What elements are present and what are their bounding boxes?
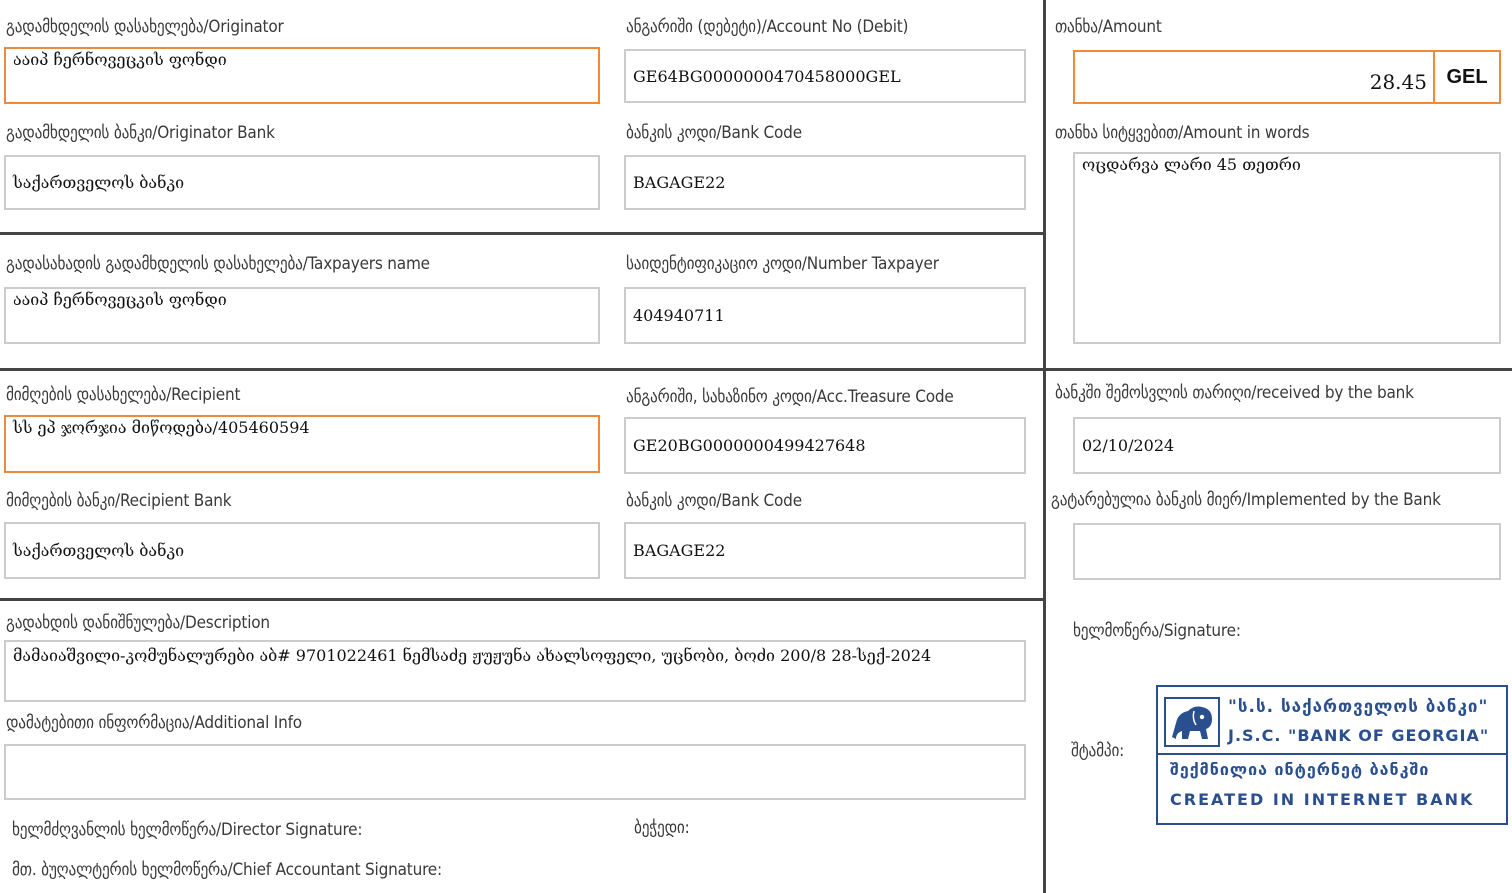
- divider-after-bank: [0, 232, 1045, 235]
- divider-after-taxpayer: [0, 368, 1512, 371]
- stamp-frame: "ს.ს. საქართველოს ბანკი" J.S.C. "BANK OF…: [1156, 685, 1508, 825]
- received-date-label: ბანკში შემოსვლის თარიღი/received by the …: [1055, 383, 1414, 403]
- description-label: გადახდის დანიშნულება/Description: [6, 613, 270, 633]
- additional-info-field[interactable]: [4, 744, 1026, 800]
- received-date-field[interactable]: 02/10/2024: [1073, 417, 1501, 474]
- director-signature-label: ხელმძღვანლის ხელმოწერა/Director Signatur…: [12, 820, 363, 840]
- treasury-code-label: ანგარიში, სახაზინო კოდი/Acc.Treasure Cod…: [626, 387, 954, 407]
- originator-field[interactable]: ააიპ ჩერნოვეცკის ფონდი: [4, 47, 600, 104]
- implemented-field[interactable]: [1073, 523, 1501, 580]
- amount-words-label: თანხა სიტყვებით/Amount in words: [1055, 123, 1310, 143]
- stamp-line-2: J.S.C. "BANK OF GEORGIA": [1228, 726, 1490, 745]
- divider-after-recipient-bank: [0, 598, 1045, 601]
- originator-bank-field[interactable]: საქართველოს ბანკი: [4, 155, 600, 210]
- originator-bank-code-field[interactable]: BAGAGE22: [624, 155, 1026, 210]
- stamp-label: შტამპი:: [1071, 741, 1125, 761]
- amount-words-field[interactable]: ოცდარვა ლარი 45 თეთრი: [1073, 152, 1501, 344]
- signature-label: ხელმოწერა/Signature:: [1073, 621, 1241, 641]
- stamp-line-4: CREATED IN INTERNET BANK: [1170, 790, 1475, 809]
- account-debit-field[interactable]: GE64BG0000000470458000GEL: [624, 49, 1026, 103]
- bank-stamp: "ს.ს. საქართველოს ბანკი" J.S.C. "BANK OF…: [1148, 683, 1512, 825]
- taxpayer-name-label: გადასახადის გადამხდელის დასახელება/Taxpa…: [6, 254, 430, 274]
- originator-bank-code-label: ბანკის კოდი/Bank Code: [626, 123, 802, 143]
- stamp-line-3: შექმნილია ინტერნეტ ბანკში: [1170, 760, 1430, 779]
- stamp-line-1: "ს.ს. საქართველოს ბანკი": [1228, 697, 1489, 717]
- currency-badge: GEL: [1433, 52, 1499, 102]
- originator-bank-label: გადამხდელის ბანკი/Originator Bank: [6, 123, 275, 143]
- lion-icon: [1164, 697, 1220, 747]
- treasury-code-field[interactable]: GE20BG0000000499427648: [624, 417, 1026, 474]
- amount-label: თანხა/Amount: [1055, 17, 1162, 37]
- description-field[interactable]: მამაიაშვილი-კომუნალურები აბ# 9701022461 …: [4, 640, 1026, 702]
- vertical-divider: [1043, 0, 1046, 893]
- implemented-label: გატარებულია ბანკის მიერ/Implemented by t…: [1051, 490, 1441, 510]
- recipient-bank-code-label: ბანკის კოდი/Bank Code: [626, 491, 802, 511]
- account-debit-label: ანგარიში (დებეტი)/Account No (Debit): [626, 17, 909, 37]
- recipient-field[interactable]: სს ეპ ჯორჯია მიწოდება/405460594: [4, 415, 600, 473]
- additional-info-label: დამატებითი ინფორმაცია/Additional Info: [6, 713, 302, 733]
- stamp-separator: [1158, 753, 1506, 755]
- amount-value: 28.45: [1369, 70, 1427, 94]
- recipient-label: მიმღების დასახელება/Recipient: [6, 385, 241, 405]
- seal-label: ბეჭედი:: [634, 818, 690, 838]
- recipient-bank-label: მიმღების ბანკი/Recipient Bank: [6, 491, 232, 511]
- taxpayer-number-field[interactable]: 404940711: [624, 287, 1026, 344]
- recipient-bank-code-field[interactable]: BAGAGE22: [624, 522, 1026, 579]
- taxpayer-name-field[interactable]: ააიპ ჩერნოვეცკის ფონდი: [4, 287, 600, 344]
- accountant-signature-label: მთ. ბუღალტერის ხელმოწერა/Chief Accountan…: [12, 860, 442, 880]
- taxpayer-number-label: საიდენტიფიკაციო კოდი/Number Taxpayer: [626, 254, 939, 274]
- amount-field[interactable]: 28.45 GEL: [1073, 50, 1501, 104]
- recipient-bank-field[interactable]: საქართველოს ბანკი: [4, 522, 600, 579]
- originator-label: გადამხდელის დასახელება/Originator: [6, 17, 284, 37]
